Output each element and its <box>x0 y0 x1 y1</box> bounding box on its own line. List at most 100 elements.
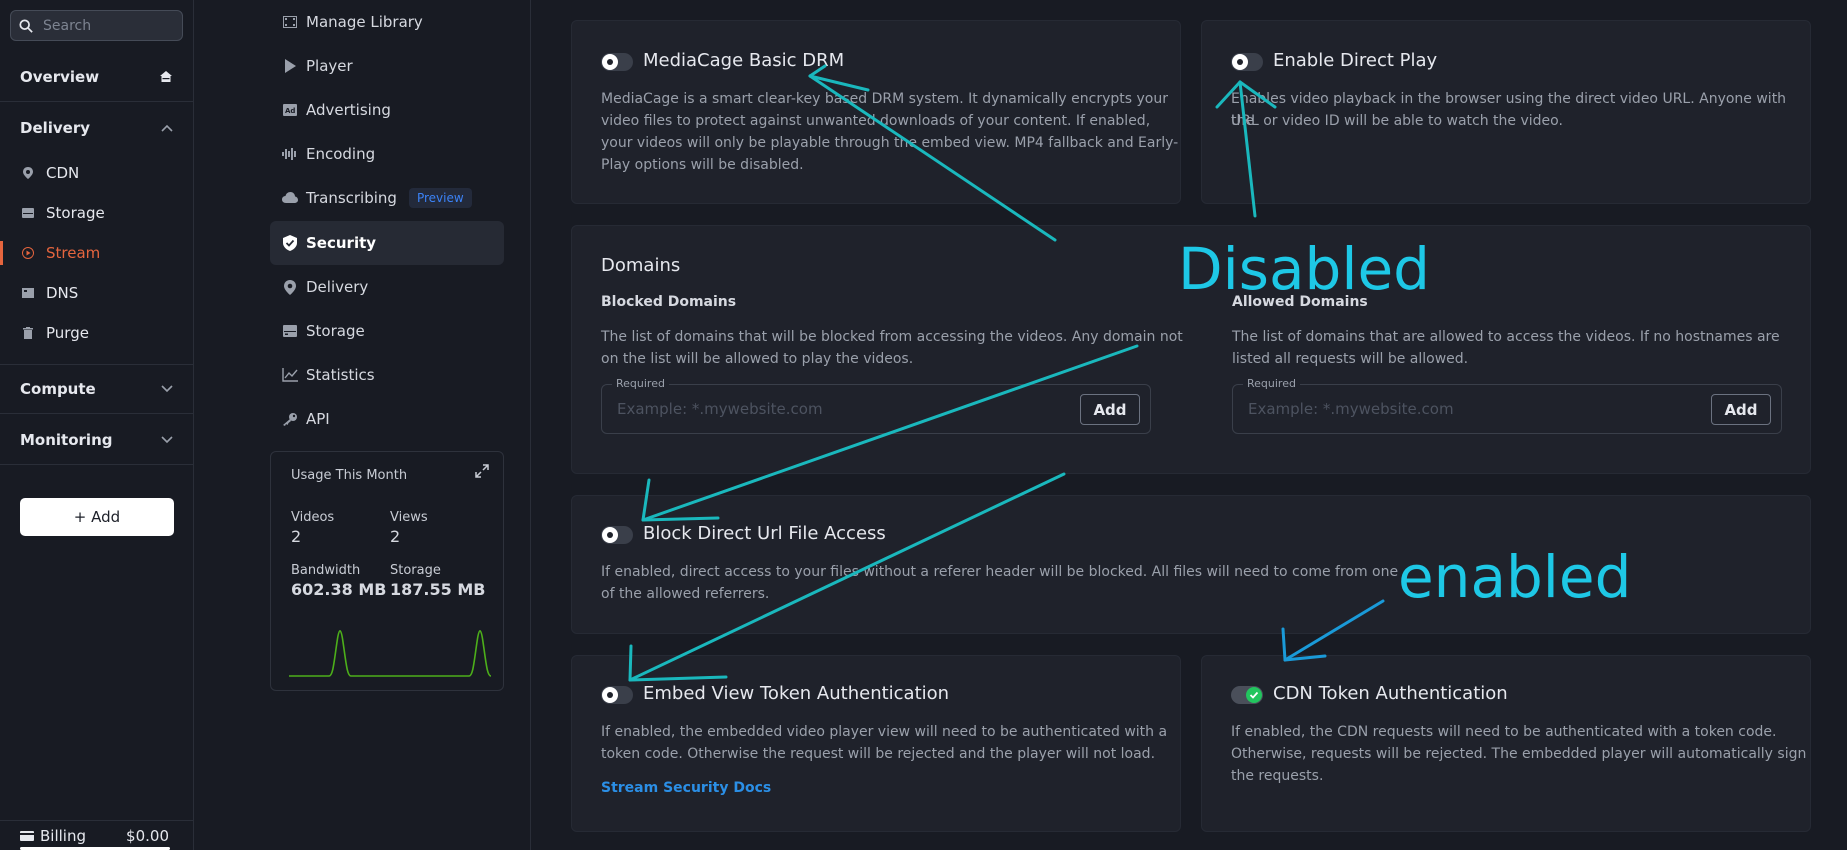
nav-group-label: Monitoring <box>20 430 113 449</box>
cdn-token-desc-1: If enabled, the CDN requests will need t… <box>1231 724 1777 740</box>
subnav-item-label: Storage <box>306 322 365 340</box>
subnav-item-api[interactable]: API <box>270 397 504 441</box>
search-box[interactable] <box>10 10 183 41</box>
search-input[interactable] <box>43 17 173 34</box>
nav-group-label: Delivery <box>20 119 91 137</box>
sidebar-item-label: DNS <box>46 284 79 302</box>
direct-play-card: Enable Direct Play Enables video playbac… <box>1201 20 1811 204</box>
block-direct-url-title: Block Direct Url File Access <box>643 523 886 544</box>
subnav-item-transcribing[interactable]: Transcribing Preview <box>270 176 504 220</box>
credit-card-icon <box>20 830 34 841</box>
usage-title: Usage This Month <box>291 468 408 483</box>
chevron-down-icon <box>161 385 173 393</box>
dns-icon <box>22 287 34 299</box>
drm-toggle[interactable] <box>601 53 633 71</box>
subnav-item-label: Security <box>306 234 377 252</box>
embed-token-toggle[interactable] <box>601 686 633 704</box>
videos-label: Videos <box>291 510 335 525</box>
required-label: Required <box>1243 377 1300 390</box>
direct-play-toggle[interactable] <box>1231 53 1263 71</box>
cdn-token-toggle[interactable] <box>1231 686 1263 704</box>
block-direct-url-toggle[interactable] <box>601 526 633 544</box>
billing-label: Billing <box>40 826 86 845</box>
block-direct-desc-2: of the allowed referrers. <box>601 586 770 602</box>
nav-group-overview[interactable]: Overview <box>0 52 193 102</box>
sidebar-item-cdn[interactable]: CDN <box>0 153 193 193</box>
sidebar-item-stream[interactable]: Stream <box>0 233 193 273</box>
blocked-desc-2: on the list will be allowed to play the … <box>601 351 914 367</box>
cdn-token-desc-2: Otherwise, requests will be rejected. Th… <box>1231 746 1807 762</box>
chart-icon <box>282 367 298 383</box>
billing-bar[interactable]: Billing $0.00 <box>0 820 193 850</box>
subnav-item-storage[interactable]: Storage <box>270 309 504 353</box>
subnav-item-label: Manage Library <box>306 13 423 31</box>
cdn-token-desc-3: the requests. <box>1231 768 1324 784</box>
home-icon <box>160 71 172 82</box>
play-icon <box>282 58 298 74</box>
subnav-item-label: API <box>306 410 330 428</box>
chevron-down-icon <box>161 435 173 443</box>
add-allowed-domain-button[interactable]: Add <box>1711 394 1771 425</box>
required-label: Required <box>612 377 669 390</box>
cloud-icon <box>282 190 298 206</box>
allowed-desc-2: listed all requests will be allowed. <box>1232 351 1469 367</box>
subnav-item-label: Statistics <box>306 366 375 384</box>
views-label: Views <box>390 510 428 525</box>
subnav-item-label: Player <box>306 57 353 75</box>
sidebar-item-purge[interactable]: Purge <box>0 313 193 353</box>
stream-security-docs-link[interactable]: Stream Security Docs <box>601 780 771 796</box>
sidebar-item-label: Storage <box>46 204 105 222</box>
views-value: 2 <box>390 527 401 546</box>
subnav-item-statistics[interactable]: Statistics <box>270 353 504 397</box>
blocked-desc-1: The list of domains that will be blocked… <box>601 329 1183 345</box>
expand-icon[interactable] <box>475 464 489 478</box>
storage-value: 187.55 MB <box>390 580 486 599</box>
storage-label: Storage <box>390 563 441 578</box>
nav-group-monitoring[interactable]: Monitoring <box>0 415 193 465</box>
blocked-domains-title: Blocked Domains <box>601 294 737 310</box>
sidebar-item-dns[interactable]: DNS <box>0 273 193 313</box>
billing-value: $0.00 <box>126 826 169 845</box>
subnav-item-manage-library[interactable]: Manage Library <box>270 0 504 44</box>
allowed-domain-field: Required Add <box>1232 377 1782 434</box>
usage-card: Usage This Month Videos 2 Views 2 Bandwi… <box>270 451 504 691</box>
direct-play-desc-2: URL or video ID will be able to watch th… <box>1231 113 1563 129</box>
sidebar-item-storage[interactable]: Storage <box>0 193 193 233</box>
add-blocked-domain-button[interactable]: Add <box>1080 394 1140 425</box>
stream-sidebar: Manage Library Player Ad Advertising Enc… <box>194 0 531 850</box>
subnav-item-encoding[interactable]: Encoding <box>270 132 504 176</box>
direct-play-title: Enable Direct Play <box>1273 50 1438 71</box>
pin-icon <box>282 279 298 295</box>
allowed-desc-1: The list of domains that are allowed to … <box>1232 329 1780 345</box>
subnav-item-label: Encoding <box>306 145 376 163</box>
primary-sidebar: Overview Delivery CDN Storage Stream DNS… <box>0 0 194 850</box>
shield-icon <box>282 235 298 251</box>
search-icon <box>19 18 33 33</box>
subnav-item-label: Transcribing <box>306 189 397 207</box>
drm-card: MediaCage Basic DRM MediaCage is a smart… <box>571 20 1181 204</box>
nav-group-compute[interactable]: Compute <box>0 364 193 414</box>
sidebar-item-label: Purge <box>46 324 89 342</box>
subnav-item-advertising[interactable]: Ad Advertising <box>270 88 504 132</box>
ad-icon: Ad <box>282 102 298 118</box>
blocked-domain-input[interactable] <box>617 400 1057 418</box>
drm-desc-4: Play options will be disabled. <box>601 157 804 173</box>
embed-token-desc-1: If enabled, the embedded video player vi… <box>601 724 1168 740</box>
subnav-item-security[interactable]: Security <box>270 221 504 265</box>
videos-value: 2 <box>291 527 302 546</box>
nav-group-delivery[interactable]: Delivery <box>0 103 193 153</box>
subnav-item-label: Delivery <box>306 278 369 296</box>
embed-token-title: Embed View Token Authentication <box>643 683 950 704</box>
cdn-token-card: CDN Token Authentication If enabled, the… <box>1201 655 1811 832</box>
domains-card: Domains Blocked Domains The list of doma… <box>571 225 1811 474</box>
waveform-icon <box>282 146 298 162</box>
add-button[interactable]: + Add <box>20 498 174 536</box>
subnav-item-player[interactable]: Player <box>270 44 504 88</box>
nav-group-label: Overview <box>20 67 100 86</box>
allowed-domain-input[interactable] <box>1248 400 1688 418</box>
sidebar-item-label: Stream <box>46 244 101 262</box>
subnav-item-delivery[interactable]: Delivery <box>270 265 504 309</box>
storage-icon <box>22 207 34 219</box>
embed-token-desc-2: token code. Otherwise the request will b… <box>601 746 1156 762</box>
drm-title: MediaCage Basic DRM <box>643 50 845 71</box>
